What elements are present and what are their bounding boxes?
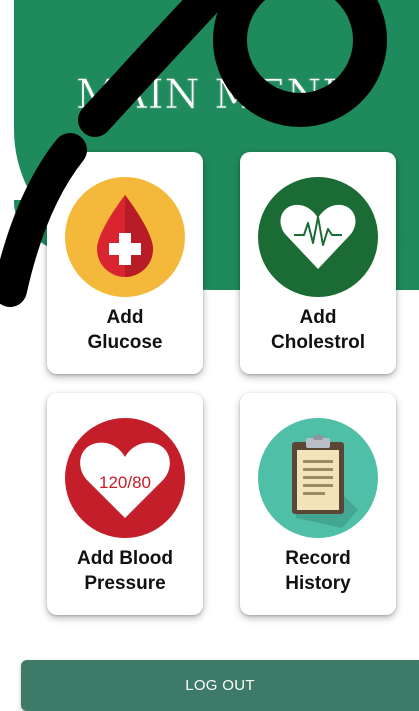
add-cholestrol-card[interactable]: Add Cholestrol — [240, 152, 396, 374]
clipboard-icon — [258, 418, 378, 538]
logout-button[interactable]: LOG OUT — [21, 660, 419, 711]
add-glucose-label: Add Glucose — [87, 307, 163, 353]
heart-pulse-icon — [258, 177, 378, 297]
record-history-card[interactable]: Record History — [240, 393, 396, 615]
add-blood-pressure-label: Add Blood Pressure — [76, 548, 174, 594]
add-cholestrol-label: Add Cholestrol — [271, 307, 365, 353]
bp-reading-text: 120/80 — [99, 473, 151, 492]
page-title: MAIN MENU — [75, 72, 358, 119]
blood-drop-icon — [65, 177, 185, 297]
add-blood-pressure-card[interactable]: 120/80 Add Blood Pressure — [47, 393, 203, 615]
heart-bp-icon: 120/80 — [65, 418, 185, 538]
add-glucose-card[interactable]: Add Glucose — [47, 152, 203, 374]
record-history-label: Record History — [285, 548, 351, 594]
